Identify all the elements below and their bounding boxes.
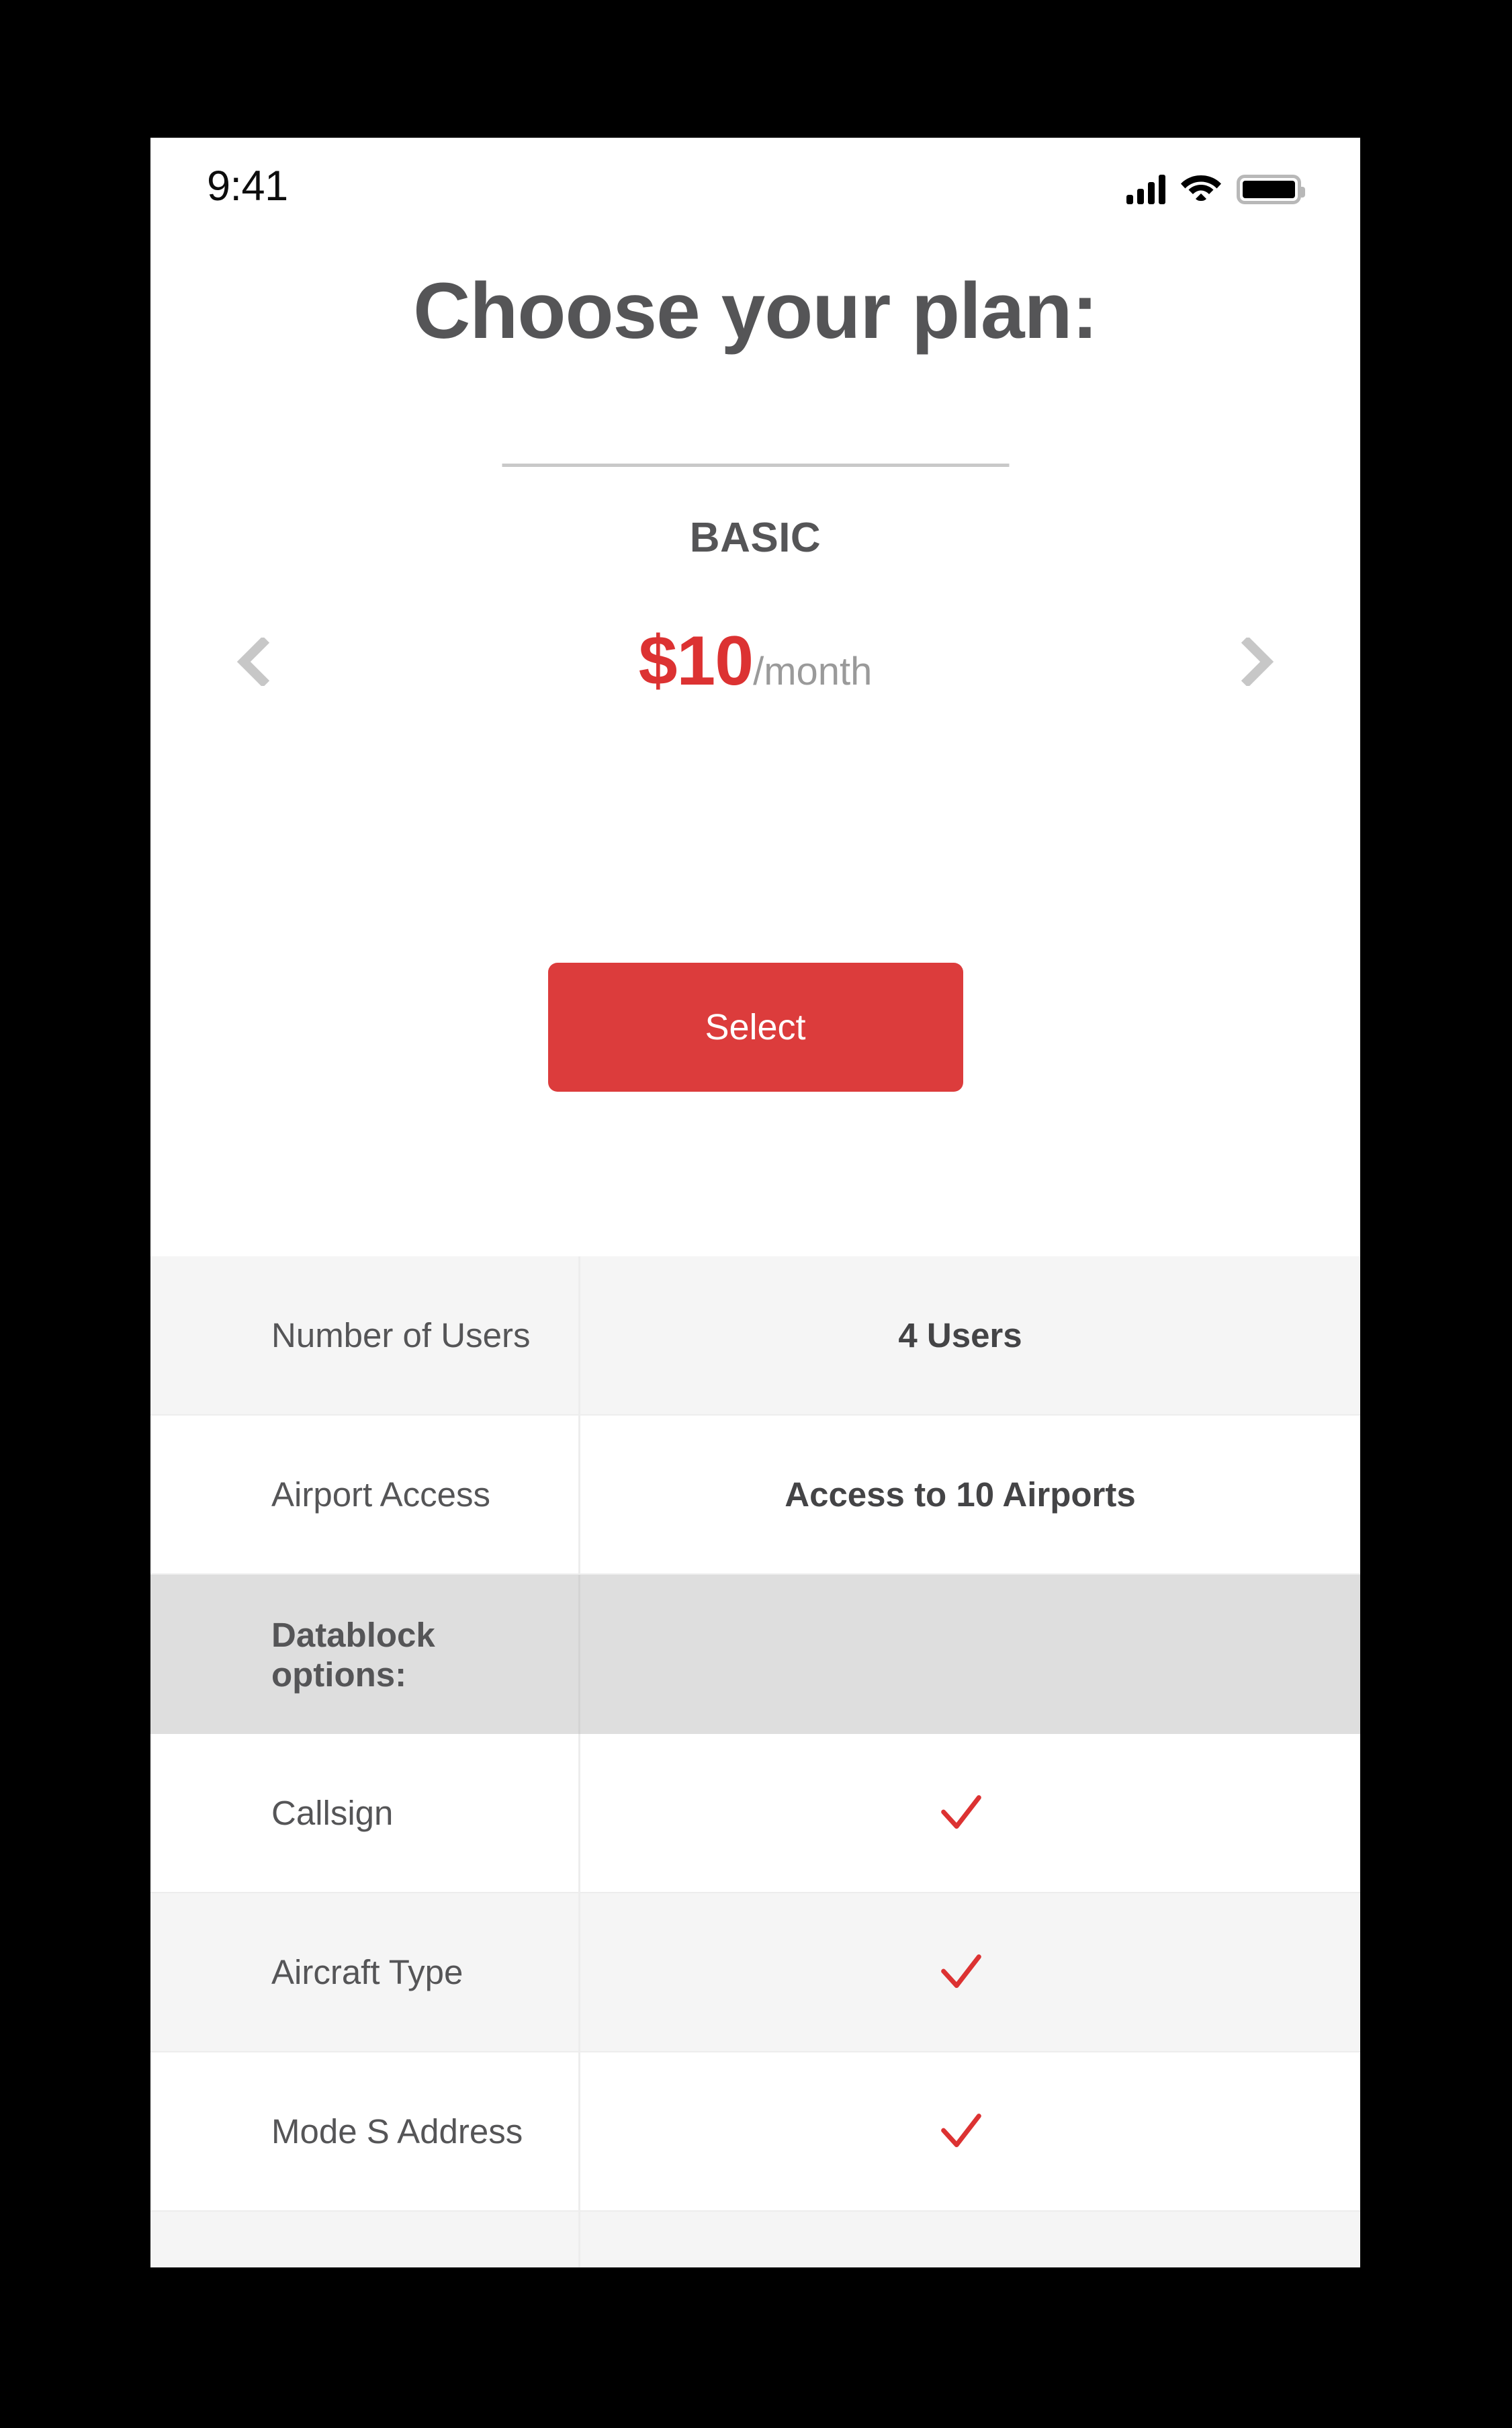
feature-label: Mode S Address — [150, 2052, 580, 2210]
feature-label: Airport Access — [150, 1416, 580, 1573]
wifi-icon — [1180, 170, 1222, 204]
table-row: Aircraft Type — [150, 1893, 1360, 2052]
title-divider — [502, 464, 1009, 467]
phone-viewport: 9:41 Choose your plan: BASIC $10/month S — [150, 138, 1360, 2267]
table-row: Airport Access Access to 10 Airports — [150, 1416, 1360, 1575]
feature-label — [150, 2212, 580, 2267]
table-row — [150, 2212, 1360, 2267]
plan-price-period: /month — [753, 650, 873, 693]
feature-check-cell — [580, 2212, 1360, 2267]
check-icon — [940, 1954, 981, 1988]
check-icon — [940, 2113, 981, 2147]
table-row: Number of Users 4 Users — [150, 1256, 1360, 1416]
plan-price-row: $10/month — [150, 621, 1360, 701]
feature-label: Datablock options: — [150, 1575, 580, 1734]
feature-value — [580, 1575, 1360, 1734]
feature-label: Number of Users — [150, 1256, 580, 1414]
feature-check-cell — [580, 2052, 1360, 2210]
feature-check-cell — [580, 1734, 1360, 1892]
chevron-right-icon[interactable] — [1227, 632, 1288, 692]
feature-label: Aircraft Type — [150, 1893, 580, 2051]
feature-value: 4 Users — [898, 1316, 1022, 1354]
status-bar: 9:41 — [150, 138, 1360, 239]
status-bar-icons — [1126, 170, 1305, 204]
feature-comparison-table: Number of Users 4 Users Airport Access Acce… — [150, 1256, 1360, 2267]
table-row: Mode S Address — [150, 2052, 1360, 2212]
chevron-left-icon[interactable] — [223, 632, 283, 692]
table-row: Callsign — [150, 1734, 1360, 1893]
feature-label: Callsign — [150, 1734, 580, 1892]
plan-name: BASIC — [689, 515, 821, 561]
battery-full-icon — [1237, 175, 1305, 204]
page-title: Choose your plan: — [413, 267, 1098, 355]
status-bar-time: 9:41 — [207, 163, 288, 210]
select-plan-button[interactable]: Select — [547, 963, 963, 1092]
check-icon — [934, 2265, 987, 2268]
feature-value: Access to 10 Airports — [785, 1475, 1136, 1514]
check-icon — [940, 1794, 981, 1829]
table-section-header: Datablock options: — [150, 1575, 1360, 1734]
feature-check-cell — [580, 1893, 1360, 2051]
cellular-signal-icon — [1126, 175, 1165, 204]
plan-price-amount: $10 — [638, 622, 754, 700]
